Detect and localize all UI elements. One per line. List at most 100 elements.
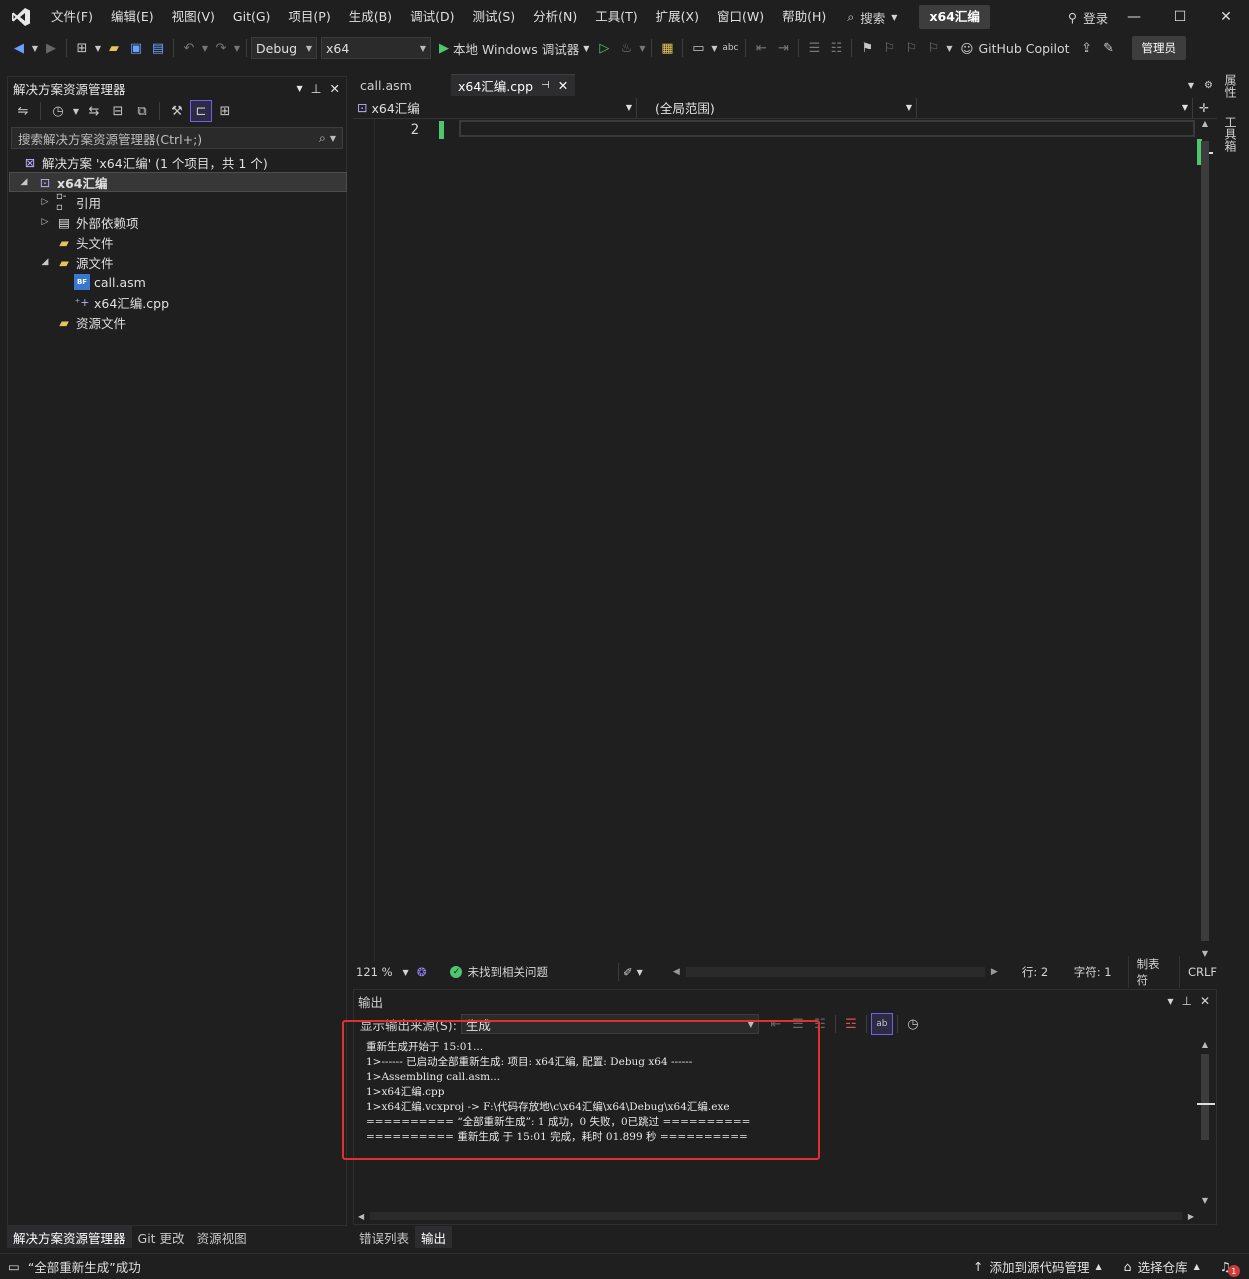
comment-icon[interactable]: ☰: [803, 37, 825, 59]
properties-wrench-icon[interactable]: ⚒: [166, 100, 188, 122]
menu-help[interactable]: 帮助(H): [773, 0, 835, 34]
preview-selected-icon[interactable]: ⊏: [190, 100, 212, 122]
close-window-button[interactable]: ✕: [1203, 0, 1249, 34]
issues-indicator[interactable]: ✓ 未找到相关问题: [450, 964, 610, 980]
expanded-arrow-icon[interactable]: ◢: [17, 177, 31, 187]
prev-message-icon[interactable]: ☰: [787, 1013, 809, 1035]
chevron-down-icon[interactable]: ▼: [232, 37, 242, 59]
share-icon[interactable]: ⇪: [1076, 37, 1098, 59]
save-all-icon[interactable]: ▤: [147, 37, 169, 59]
chevron-down-icon[interactable]: ▼: [200, 37, 210, 59]
word-wrap-icon[interactable]: ab: [870, 1013, 893, 1035]
nav-scope-select[interactable]: (全局范围) ▼: [637, 97, 917, 118]
menu-test[interactable]: 测试(S): [463, 0, 524, 34]
chevron-down-icon[interactable]: ▼: [71, 100, 81, 122]
tab-resource-view[interactable]: 资源视图: [191, 1226, 253, 1248]
hscroll-right-icon[interactable]: ▶: [1188, 1212, 1194, 1221]
chevron-down-icon[interactable]: ▼: [637, 968, 643, 977]
clear-all-icon[interactable]: ☲: [840, 1013, 862, 1035]
collapse-all-icon[interactable]: ⊟: [107, 100, 129, 122]
spell-check-icon[interactable]: abc: [719, 37, 741, 59]
pin-icon[interactable]: ⊣: [541, 80, 550, 91]
scroll-thumb[interactable]: [1201, 141, 1209, 941]
zoom-select[interactable]: 121 % ▼: [353, 965, 413, 979]
menu-git[interactable]: Git(G): [224, 0, 280, 34]
chevron-down-icon[interactable]: ▼: [944, 37, 954, 59]
menu-build[interactable]: 生成(B): [340, 0, 401, 34]
split-editor-icon[interactable]: ✛: [1199, 101, 1209, 115]
notifications-button[interactable]: ♫ 1: [1220, 1259, 1240, 1277]
output-horizontal-scrollbar[interactable]: ◀ ▶: [358, 1210, 1194, 1222]
new-project-icon[interactable]: ⊞: [71, 37, 93, 59]
bookmark-icon[interactable]: ⚑: [856, 37, 878, 59]
menu-edit[interactable]: 编辑(E): [102, 0, 163, 34]
scroll-up-icon[interactable]: ▲: [1197, 119, 1213, 131]
hot-reload-icon[interactable]: ♨: [615, 37, 637, 59]
pin-icon[interactable]: ⊥: [1181, 994, 1191, 1008]
tree-solution[interactable]: ⊠ 解决方案 'x64汇编' (1 个项目，共 1 个): [22, 152, 346, 172]
nav-project-select[interactable]: ⊡ x64汇编 ▼: [353, 97, 637, 118]
window-layout-icon[interactable]: ▭: [687, 37, 709, 59]
chevron-down-icon[interactable]: ▼: [637, 37, 647, 59]
chevron-down-icon[interactable]: ▼: [296, 84, 302, 93]
next-message-icon[interactable]: ☷: [809, 1013, 831, 1035]
char-indicator[interactable]: 字符: 1: [1074, 964, 1124, 980]
show-all-files-icon[interactable]: ⧉: [131, 100, 153, 122]
menu-view[interactable]: 视图(V): [163, 0, 224, 34]
menu-project[interactable]: 项目(P): [279, 0, 339, 34]
clear-bookmarks-icon[interactable]: ⚐: [922, 37, 944, 59]
output-log[interactable]: 重新生成开始于 15:01... 1>------ 已启动全部重新生成: 项目:…: [366, 1040, 826, 1145]
redo-icon[interactable]: ↷: [210, 37, 232, 59]
rail-toolbox-tab[interactable]: 工具箱: [1223, 116, 1237, 152]
find-message-icon[interactable]: ⇤: [765, 1013, 787, 1035]
close-icon[interactable]: ✕: [558, 78, 568, 93]
editor-horizontal-scrollbar[interactable]: [685, 967, 985, 977]
menu-analyze[interactable]: 分析(N): [524, 0, 586, 34]
scroll-up-icon[interactable]: ▲: [1197, 1040, 1213, 1049]
menu-extensions[interactable]: 扩展(X): [647, 0, 708, 34]
prev-bookmark-icon[interactable]: ⚐: [878, 37, 900, 59]
line-indicator[interactable]: 行: 2: [1022, 964, 1064, 980]
tab-error-list[interactable]: 错误列表: [353, 1226, 415, 1248]
line-ending-indicator[interactable]: CRLF: [1188, 965, 1217, 979]
save-icon[interactable]: ▣: [125, 37, 147, 59]
tree-resource-files[interactable]: ▰ 资源文件: [22, 312, 346, 332]
nav-member-select[interactable]: ▼: [917, 97, 1193, 118]
start-debugging-button[interactable]: ▶ 本地 Windows 调试器 ▼: [439, 39, 589, 58]
uncomment-icon[interactable]: ☷: [825, 37, 847, 59]
clock-icon[interactable]: ◷: [902, 1013, 924, 1035]
platform-select[interactable]: x64 ▼: [321, 37, 431, 59]
maximize-button[interactable]: ☐: [1157, 0, 1203, 34]
menu-window[interactable]: 窗口(W): [708, 0, 773, 34]
solution-search-input[interactable]: 搜索解决方案资源管理器(Ctrl+;) ⌕ ▼: [11, 127, 343, 149]
chevron-down-icon[interactable]: ▼: [1188, 81, 1194, 90]
undo-icon[interactable]: ↶: [178, 37, 200, 59]
chevron-down-icon[interactable]: ▼: [709, 37, 719, 59]
close-icon[interactable]: ✕: [330, 81, 340, 96]
tree-file-cpp[interactable]: ⁺+ x64汇编.cpp: [22, 292, 346, 312]
feedback-icon[interactable]: ✎: [1098, 37, 1120, 59]
sync-icon[interactable]: ⇆: [83, 100, 105, 122]
tree-external-deps[interactable]: ▷ ▤ 外部依赖项: [22, 212, 346, 232]
editor-vertical-scrollbar[interactable]: ▲ ▼: [1197, 119, 1213, 964]
forward-icon[interactable]: ▶: [40, 37, 62, 59]
pin-icon[interactable]: ⊥: [311, 81, 322, 96]
back-icon[interactable]: ◀: [8, 37, 30, 59]
hscroll-right-icon[interactable]: ▶: [991, 967, 998, 977]
code-editor[interactable]: 2: [353, 119, 1213, 964]
class-view-icon[interactable]: ⊞: [214, 100, 236, 122]
tree-project[interactable]: ◢ ⊡ x64汇编: [9, 172, 347, 192]
rail-properties-tab[interactable]: 属性: [1223, 74, 1237, 98]
hscroll-left-icon[interactable]: ◀: [358, 1212, 364, 1221]
collapsed-arrow-icon[interactable]: ▷: [38, 197, 52, 207]
open-folder-icon[interactable]: ▰: [103, 37, 125, 59]
output-source-select[interactable]: 生成 ▼: [460, 1014, 759, 1034]
hscroll-left-icon[interactable]: ◀: [673, 967, 680, 977]
github-copilot-button[interactable]: ☺ GitHub Copilot: [960, 41, 1069, 56]
scroll-down-icon[interactable]: ▼: [1197, 1196, 1213, 1205]
switch-views-icon[interactable]: ⇋: [12, 100, 34, 122]
minimize-button[interactable]: —: [1111, 0, 1157, 34]
select-repo-button[interactable]: ⌂ 选择仓库 ▲: [1124, 1257, 1200, 1276]
expanded-arrow-icon[interactable]: ◢: [38, 257, 52, 267]
indent-left-icon[interactable]: ⇤: [750, 37, 772, 59]
